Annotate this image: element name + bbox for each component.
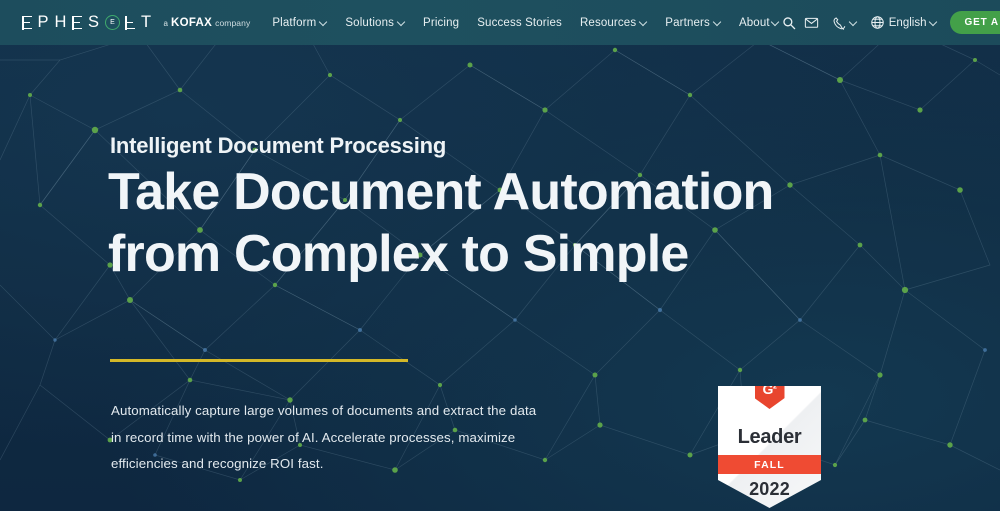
nav-item-pricing[interactable]: Pricing bbox=[423, 17, 459, 29]
nav-label-resources: Resources bbox=[579, 16, 637, 29]
badge-title: Leader bbox=[737, 426, 802, 448]
nav-item-resources[interactable]: Resources bbox=[580, 17, 647, 29]
header-utility-icons: English bbox=[804, 15, 938, 30]
badge-body: G2 Leader FALL 2022 bbox=[718, 386, 821, 508]
kofax-company-tagline: a KOFAX company bbox=[164, 17, 251, 29]
logo-letter-e1 bbox=[22, 15, 32, 30]
landing-page: P H S E T a KOFAX company Platform Solut… bbox=[0, 0, 1000, 511]
tagline-prefix: a bbox=[163, 18, 168, 28]
globe-icon bbox=[870, 15, 885, 30]
g2-logo-icon: G2 bbox=[754, 381, 785, 409]
hero-headline-line-1: Take Document Automation bbox=[108, 163, 774, 221]
nav-label-success-stories: Success Stories bbox=[477, 16, 562, 29]
hero-description-line-3: efficiencies and recognize ROI fast. bbox=[111, 456, 324, 472]
hero-headline: Take Document Automation from Complex to… bbox=[108, 162, 918, 286]
phone-icon[interactable] bbox=[832, 16, 857, 30]
tagline-suffix: company bbox=[215, 17, 251, 28]
site-header: P H S E T a KOFAX company Platform Solut… bbox=[0, 0, 1000, 45]
logo-letter-f bbox=[125, 15, 136, 30]
logo-letter-e2 bbox=[72, 15, 83, 30]
hero-divider-rule bbox=[110, 359, 408, 362]
nav-item-solutions[interactable]: Solutions bbox=[345, 17, 405, 29]
chevron-down-icon bbox=[930, 19, 937, 26]
nav-label-about: About bbox=[738, 16, 770, 29]
chevron-down-icon bbox=[320, 19, 327, 26]
chevron-down-icon bbox=[850, 19, 857, 26]
badge-season-label: FALL bbox=[754, 458, 785, 471]
language-selector[interactable]: English bbox=[870, 15, 938, 30]
logo-letter-p: P bbox=[37, 13, 50, 32]
chevron-down-icon bbox=[640, 19, 647, 26]
tagline-brand: KOFAX bbox=[171, 16, 213, 29]
header-free-trial-button[interactable]: GET A FREE TRIAL bbox=[950, 11, 1000, 34]
primary-navigation: Platform Solutions Pricing Success Stori… bbox=[272, 16, 796, 30]
chevron-down-icon bbox=[398, 19, 405, 26]
hero-headline-line-2: from Complex to Simple bbox=[108, 224, 689, 283]
search-icon[interactable] bbox=[782, 16, 796, 30]
nav-label-solutions: Solutions bbox=[345, 16, 395, 29]
badge-season-band: FALL bbox=[718, 455, 821, 474]
nav-label-partners: Partners bbox=[665, 16, 710, 29]
nav-item-partners[interactable]: Partners bbox=[665, 17, 721, 29]
mail-icon[interactable] bbox=[804, 15, 819, 30]
g2-logo-text: G2 bbox=[762, 381, 777, 397]
nav-item-platform[interactable]: Platform bbox=[272, 17, 327, 29]
nav-label-platform: Platform bbox=[272, 16, 317, 29]
g2-logo-superscript: 2 bbox=[773, 383, 777, 391]
badge-year: 2022 bbox=[749, 479, 790, 499]
brand-logo[interactable]: P H S E T a KOFAX company bbox=[22, 14, 250, 31]
hero-eyebrow: Intelligent Document Processing bbox=[110, 133, 447, 158]
logo-wordmark: P H S E T bbox=[22, 14, 152, 31]
hero-description-line-1: Automatically capture large volumes of d… bbox=[111, 403, 537, 418]
hero-section: Intelligent Document Processing Take Doc… bbox=[0, 45, 1000, 511]
chevron-down-icon bbox=[772, 19, 779, 26]
logo-letter-t: T bbox=[140, 13, 152, 32]
g2-award-badge[interactable]: G2 Leader FALL 2022 bbox=[718, 386, 821, 508]
nav-item-about[interactable]: About bbox=[739, 16, 796, 30]
logo-letter-s: S bbox=[87, 13, 100, 32]
nav-item-success-stories[interactable]: Success Stories bbox=[477, 17, 562, 29]
hero-description-line-2: in record time with the power of AI. Acc… bbox=[111, 429, 516, 445]
hero-description: Automatically capture large volumes of d… bbox=[111, 398, 611, 478]
logo-letter-h: H bbox=[54, 13, 67, 32]
nav-label-pricing: Pricing bbox=[423, 16, 460, 29]
language-label: English bbox=[888, 16, 927, 29]
logo-circle-inner-letter: E bbox=[110, 19, 115, 26]
logo-circle-o: E bbox=[104, 15, 120, 30]
chevron-down-icon bbox=[714, 19, 721, 26]
